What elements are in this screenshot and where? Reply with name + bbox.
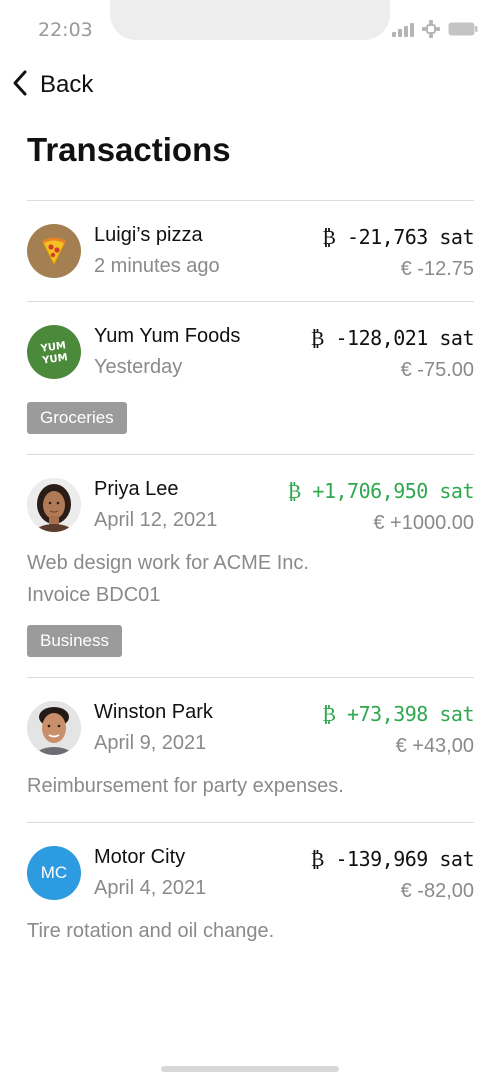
transaction-item[interactable]: Luigi’s pizza 2 minutes ago ₿ -21,763 sa… [27, 200, 474, 301]
person-photo [27, 478, 81, 532]
transaction-sat-amount: ₿ -139,969 sat [310, 847, 475, 871]
yum-yum-logo: YUM YUM [27, 325, 81, 379]
back-label: Back [40, 71, 94, 98]
transaction-time: April 4, 2021 [94, 877, 207, 899]
network-icon [422, 20, 440, 38]
transaction-time: April 9, 2021 [94, 732, 207, 754]
transaction-name: Priya Lee [94, 478, 179, 500]
category-tag[interactable]: Business [27, 625, 122, 657]
transaction-name: Winston Park [94, 701, 213, 723]
person-photo [27, 701, 81, 755]
page-title: Transactions [27, 131, 231, 168]
transaction-time: 2 minutes ago [94, 255, 220, 277]
transaction-time: Yesterday [94, 356, 183, 378]
avatar-initials: MC [40, 863, 68, 882]
status-icons [392, 20, 478, 38]
back-button[interactable]: Back [10, 66, 93, 104]
transaction-fiat-amount: € +1000.00 [373, 512, 474, 534]
home-indicator [161, 1066, 339, 1072]
transaction-list: Luigi’s pizza 2 minutes ago ₿ -21,763 sa… [27, 200, 475, 949]
transaction-time: April 12, 2021 [94, 509, 218, 531]
transaction-name: Yum Yum Foods [94, 325, 241, 347]
transaction-sat-amount: ₿ -21,763 sat [322, 225, 474, 249]
transaction-note: Web design work for ACME Inc. Invoice BD… [27, 547, 474, 613]
transaction-fiat-amount: € -82,00 [400, 880, 474, 902]
signal-icon [392, 21, 414, 37]
transaction-fiat-amount: € -75.00 [400, 359, 474, 381]
transaction-name: Luigi’s pizza [94, 224, 203, 246]
transaction-item[interactable]: Winston Park April 9, 2021 ₿ +73,398 sat… [27, 677, 474, 822]
transaction-item[interactable]: YUM YUM Yum Yum Foods Yesterday ₿ -128,0… [27, 301, 475, 454]
pizza-icon [27, 224, 81, 278]
transaction-item[interactable]: MC Motor City April 4, 2021 ₿ -139,969 s… [27, 822, 475, 949]
initials-avatar: MC [27, 846, 81, 900]
transaction-fiat-amount: € -12.75 [400, 258, 474, 280]
transaction-name: Motor City [94, 846, 186, 868]
transaction-item[interactable]: Priya Lee April 12, 2021 ₿ +1,706,950 sa… [27, 454, 475, 677]
svg-text:YUM: YUM [41, 352, 69, 367]
category-tag[interactable]: Groceries [27, 402, 127, 434]
transaction-sat-amount: ₿ +73,398 sat [322, 702, 474, 726]
status-bar: 22:03 [0, 0, 500, 62]
status-time: 22:03 [38, 19, 93, 41]
battery-icon [448, 22, 478, 36]
device-notch [110, 0, 390, 40]
note-line: Invoice BDC01 [27, 584, 161, 606]
transaction-sat-amount: ₿ +1,706,950 sat [287, 479, 475, 503]
chevron-left-icon [10, 69, 30, 102]
transaction-fiat-amount: € +43,00 [395, 735, 474, 757]
transaction-sat-amount: ₿ -128,021 sat [310, 326, 475, 350]
